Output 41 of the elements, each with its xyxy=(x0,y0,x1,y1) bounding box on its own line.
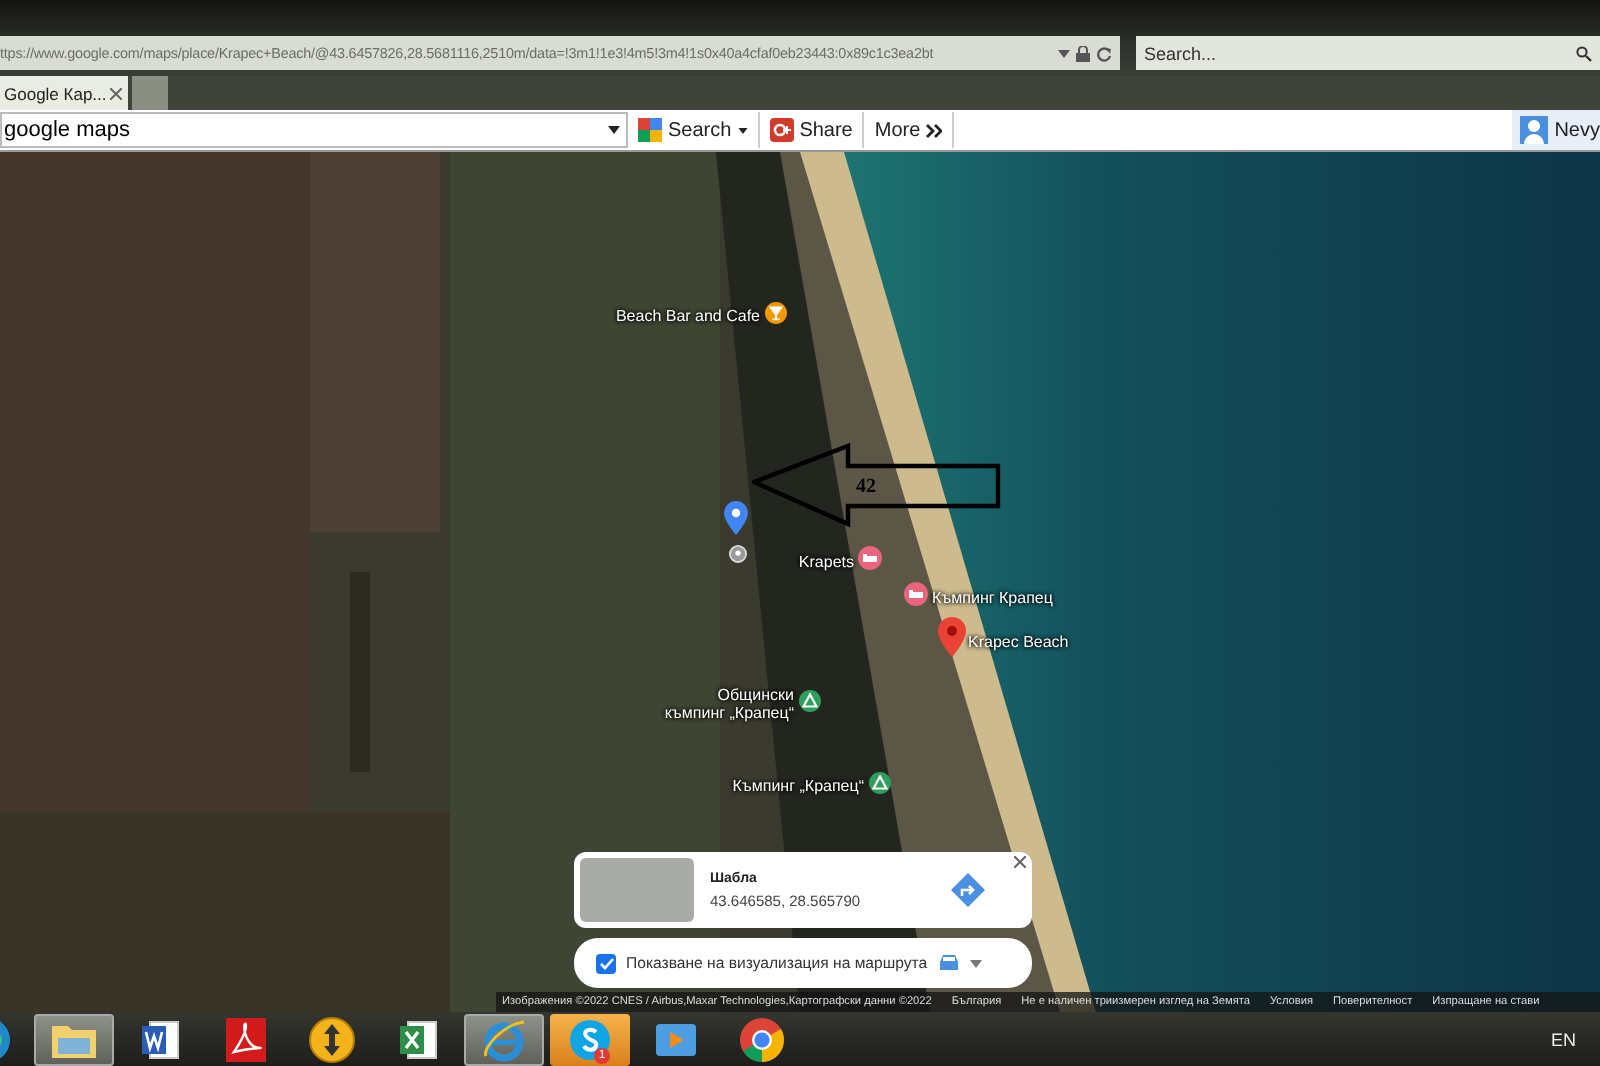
caret-icon[interactable] xyxy=(608,126,620,134)
tent-icon[interactable] xyxy=(799,690,821,712)
document-icon xyxy=(224,1016,268,1064)
double-chevron-icon xyxy=(926,123,943,137)
place-label[interactable]: Krapets xyxy=(798,553,854,571)
car-icon[interactable] xyxy=(937,954,960,972)
place-label[interactable]: Къмпинг „Крапец“ xyxy=(732,777,864,795)
search-icon[interactable] xyxy=(1576,45,1592,61)
place-label[interactable]: Beach Bar and Cafe xyxy=(615,307,760,325)
circle-logo-icon xyxy=(738,1016,786,1064)
caret-icon[interactable] xyxy=(737,127,748,133)
satellite-map-drawing[interactable] xyxy=(0,152,1600,1012)
document-icon xyxy=(138,1018,182,1062)
checkbox[interactable] xyxy=(596,953,616,973)
browser-icon xyxy=(480,1016,528,1064)
bed-icon[interactable] xyxy=(904,582,928,606)
query-field[interactable]: google maps xyxy=(0,112,628,148)
bed-icon[interactable] xyxy=(858,546,882,570)
share-icon xyxy=(769,118,794,142)
photo-placeholder xyxy=(580,858,694,922)
lock-icon xyxy=(1076,45,1090,61)
location-pin-icon[interactable] xyxy=(724,501,748,535)
refresh-icon[interactable] xyxy=(1096,45,1112,61)
close-button[interactable] xyxy=(1014,856,1026,868)
map-pin-icon[interactable] xyxy=(938,617,966,657)
marker-icon[interactable] xyxy=(729,545,747,563)
user-icon xyxy=(1520,116,1549,144)
chat-icon xyxy=(566,1016,614,1064)
play-icon xyxy=(654,1018,698,1062)
spreadsheet-icon xyxy=(396,1018,440,1062)
annotation-number: 42 xyxy=(856,476,876,498)
folder-icon xyxy=(50,1020,98,1060)
tent-icon[interactable] xyxy=(869,772,891,794)
search-field[interactable]: Search... xyxy=(1136,36,1600,70)
close-icon[interactable] xyxy=(110,87,122,99)
browser-tab[interactable]: Google Кар... xyxy=(0,76,128,110)
language-indicator[interactable]: EN xyxy=(1550,1030,1576,1050)
cup-icon[interactable] xyxy=(765,302,787,324)
colored-squares-icon xyxy=(638,118,662,142)
place-label[interactable]: Общински къмпинг „Крапец“ xyxy=(664,686,794,722)
user-button[interactable]: Nevy xyxy=(1512,110,1600,150)
